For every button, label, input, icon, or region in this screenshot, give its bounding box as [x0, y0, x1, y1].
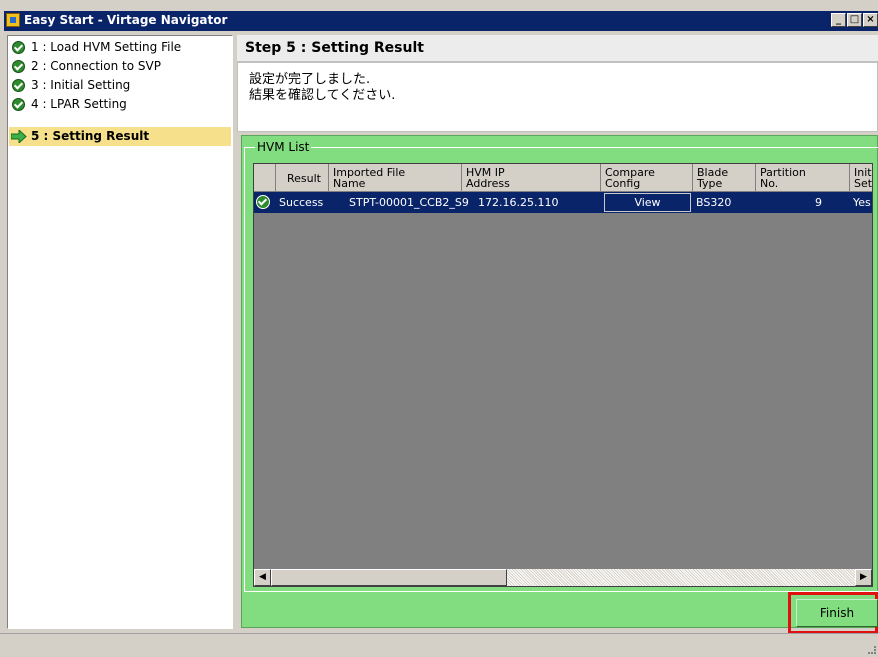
row-header-corner [254, 164, 276, 192]
file-name-cell: STPT-00001_CCB2_S9 [349, 196, 469, 209]
table-row[interactable]: Success STPT-00001_CCB2_S9 172.16.25.110… [254, 192, 872, 213]
step-label: 3 : Initial Setting [31, 78, 131, 92]
column-header-label: Name [333, 177, 366, 190]
scroll-left-icon[interactable]: ◀ [254, 569, 271, 586]
hvm-list-grid[interactable]: Result Imported File Name HVM IP Address… [253, 163, 873, 587]
check-icon [12, 79, 25, 92]
success-check-icon [256, 195, 270, 209]
title-bar[interactable]: Easy Start - Virtage Navigator _ □ × [4, 11, 878, 31]
minimize-button[interactable]: _ [831, 13, 846, 27]
step-item-initial-setting[interactable]: 3 : Initial Setting [9, 76, 231, 95]
app-window: Easy Start - Virtage Navigator _ □ × 1 :… [0, 0, 878, 657]
column-header[interactable]: Compare Config [601, 164, 693, 192]
partition-cell: 9 [815, 196, 822, 209]
horizontal-scrollbar[interactable]: ◀ ▶ [254, 569, 872, 586]
column-header[interactable]: Imported File Name [329, 164, 462, 192]
message-box: 設定が完了しました. 結果を確認してください. [237, 62, 878, 132]
check-icon [12, 60, 25, 73]
window-controls: _ □ × [831, 13, 878, 27]
scroll-right-icon[interactable]: ▶ [855, 569, 872, 586]
group-title: HVM List [255, 140, 312, 154]
column-header-label: Set [854, 177, 873, 190]
column-header[interactable]: Result [276, 164, 329, 192]
ip-address-cell: 172.16.25.110 [478, 196, 559, 209]
blade-type-cell: BS320 [696, 196, 732, 209]
column-header-label: No. [760, 177, 779, 190]
status-bar [0, 633, 878, 657]
step-label: 2 : Connection to SVP [31, 59, 161, 73]
column-header-label: Result [287, 172, 321, 185]
finish-button[interactable]: Finish [796, 599, 878, 627]
step-label: 1 : Load HVM Setting File [31, 40, 182, 54]
step-item-lpar-setting[interactable]: 4 : LPAR Setting [9, 95, 231, 114]
step-label: 5 : Setting Result [31, 129, 150, 143]
hvm-list-group: HVM List Result Imported File Name HVM I… [244, 140, 878, 592]
page-title: Step 5 : Setting Result [245, 40, 424, 56]
arrow-right-icon [11, 130, 27, 143]
grid-header: Result Imported File Name HVM IP Address… [254, 164, 873, 192]
step-header: Step 5 : Setting Result [237, 35, 878, 62]
column-header[interactable]: Blade Type [693, 164, 756, 192]
view-button[interactable]: View [604, 193, 691, 212]
check-icon [12, 98, 25, 111]
result-area: HVM List Result Imported File Name HVM I… [241, 135, 878, 628]
check-icon [12, 41, 25, 54]
message-line: 結果を確認してください. [249, 88, 396, 103]
steps-panel: 1 : Load HVM Setting File 2 : Connection… [7, 35, 233, 629]
step-item-connection-svp[interactable]: 2 : Connection to SVP [9, 57, 231, 76]
column-header-label: Address [466, 177, 510, 190]
init-set-cell: Yes [853, 196, 871, 209]
column-header[interactable]: Partition No. [756, 164, 850, 192]
close-button[interactable]: × [863, 13, 878, 27]
window-title: Easy Start - Virtage Navigator [24, 13, 228, 27]
step-label: 4 : LPAR Setting [31, 97, 127, 111]
result-cell: Success [279, 196, 324, 209]
maximize-button[interactable]: □ [847, 13, 862, 27]
column-header[interactable]: HVM IP Address [462, 164, 601, 192]
scroll-thumb[interactable] [271, 569, 507, 586]
step-item-load-hvm[interactable]: 1 : Load HVM Setting File [9, 38, 231, 57]
column-header[interactable]: Init Set [850, 164, 873, 192]
app-icon [6, 13, 20, 27]
column-header-label: Type [697, 177, 723, 190]
column-header-label: Config [605, 177, 641, 190]
resize-grip-icon[interactable] [868, 646, 876, 654]
step-item-setting-result[interactable]: 5 : Setting Result [9, 127, 231, 146]
